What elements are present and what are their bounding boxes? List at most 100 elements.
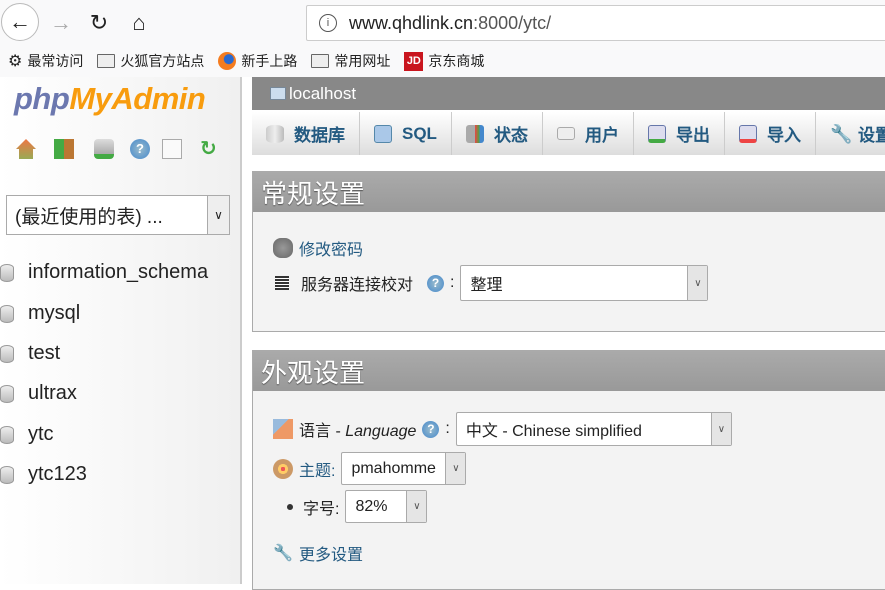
collation-value: 整理 (470, 277, 503, 294)
chevron-down-icon: ∨ (687, 266, 708, 300)
bookmark-jd[interactable]: JD 京东商城 (404, 51, 484, 71)
info-icon: i (319, 14, 337, 32)
firefox-icon (218, 52, 237, 70)
jd-icon: JD (404, 51, 424, 71)
bookmark-most-visited[interactable]: ⚙ 最常访问 (8, 51, 83, 71)
bookmark-common-sites[interactable]: 常用网址 (311, 51, 390, 71)
tab-settings[interactable]: 🔧 设置 (816, 112, 885, 155)
help-icon[interactable]: ? (130, 139, 150, 159)
folder-icon (311, 54, 330, 68)
server-icon (270, 87, 286, 100)
sidebar: phpMyAdmin ? ↻ (最近使用的表) ... ∨ information… (0, 77, 242, 584)
logout-icon[interactable] (54, 139, 74, 159)
language-label: 语言 - Language (299, 417, 416, 441)
change-password-link[interactable]: 修改密码 (273, 236, 363, 260)
tab-label: 导出 (675, 126, 710, 145)
language-row: 语言 - Language ?: 中文 - Chinese simplified… (273, 412, 732, 446)
db-item-ultrax[interactable]: ultrax (0, 382, 77, 405)
phpmyadmin-logo[interactable]: phpMyAdmin (14, 81, 206, 117)
tab-import[interactable]: 导入 (725, 112, 816, 155)
db-item-ytc[interactable]: ytc (0, 423, 54, 446)
forward-button[interactable]: → (44, 6, 78, 40)
query-window-icon[interactable] (94, 139, 114, 159)
more-settings-link[interactable]: 🔧 更多设置 (273, 541, 363, 565)
collation-select[interactable]: 整理 ∨ (460, 265, 709, 301)
tab-status[interactable]: 状态 (452, 112, 543, 155)
palette-icon (273, 458, 293, 479)
gear-icon: ⚙ (8, 53, 23, 70)
tab-label: 状态 (493, 126, 528, 145)
collation-row: 服务器连接校对 ?: 整理 ∨ (275, 265, 709, 301)
colon: : (445, 420, 450, 437)
server-breadcrumb[interactable]: localhost (252, 77, 885, 110)
database-icon (0, 263, 14, 282)
help-icon[interactable]: ? (422, 420, 440, 438)
database-icon (0, 304, 14, 323)
chevron-down-icon: ∨ (207, 196, 229, 234)
tab-label: SQL (402, 123, 437, 143)
font-size-label: 字号: (303, 500, 340, 518)
docs-icon[interactable] (162, 139, 182, 159)
home-icon[interactable] (16, 139, 36, 159)
chevron-down-icon: ∨ (445, 453, 466, 484)
language-select[interactable]: 中文 - Chinese simplified ∨ (455, 412, 732, 446)
reload-icon[interactable]: ↻ (200, 139, 220, 159)
chevron-down-icon: ∨ (710, 413, 731, 445)
tab-sql[interactable]: SQL (360, 112, 452, 155)
theme-label[interactable]: 主题: (299, 457, 335, 481)
lock-pencil-icon (273, 238, 293, 258)
appearance-settings-panel: 外观设置 语言 - Language ?: 中文 - Chinese simpl… (252, 350, 885, 590)
db-name: test (28, 342, 61, 364)
wrench-icon: 🔧 (829, 123, 853, 144)
font-size-row: 字号: 82% ∨ (287, 490, 428, 523)
server-name: localhost (289, 83, 357, 103)
bookmark-label: 火狐官方站点 (120, 53, 205, 69)
theme-select[interactable]: pmahomme ∨ (341, 452, 467, 485)
wrench-icon: 🔧 (273, 545, 293, 562)
bookmark-getting-started[interactable]: 新手上路 (218, 51, 297, 71)
home-button[interactable]: ⌂ (122, 6, 156, 40)
font-size-value: 82% (355, 497, 388, 515)
import-icon (738, 124, 757, 143)
tab-export[interactable]: 导出 (634, 112, 725, 155)
browser-toolbar: ← → ↻ ⌂ i www.qhdlink.cn:8000/ytc/ (0, 0, 885, 45)
language-value: 中文 - Chinese simplified (465, 423, 642, 440)
bookmark-label: 常用网址 (334, 53, 391, 69)
chevron-down-icon: ∨ (406, 491, 427, 522)
db-item-information_schema[interactable]: information_schema (0, 261, 208, 284)
more-settings-label: 更多设置 (299, 547, 364, 564)
folder-icon (97, 54, 116, 68)
back-button[interactable]: ← (1, 3, 39, 41)
bookmark-label: 新手上路 (241, 53, 298, 69)
db-item-ytc123[interactable]: ytc123 (0, 463, 87, 486)
url-path: :8000/ytc/ (473, 12, 552, 33)
recent-tables-select[interactable]: (最近使用的表) ... ∨ (6, 195, 230, 235)
bullet-icon (287, 503, 293, 510)
tab-databases[interactable]: 数据库 (252, 112, 360, 155)
db-item-mysql[interactable]: mysql (0, 302, 80, 325)
font-size-select[interactable]: 82% ∨ (345, 490, 428, 523)
tab-users[interactable]: 用户 (543, 112, 634, 155)
db-item-test[interactable]: test (0, 342, 60, 365)
recent-tables-value: (最近使用的表) ... (15, 206, 163, 228)
tab-label: 设置 (857, 126, 885, 145)
db-name: information_schema (28, 261, 209, 283)
tab-label: 数据库 (294, 126, 345, 145)
language-label-en: Language (345, 423, 417, 440)
db-name: ytc123 (28, 463, 87, 485)
list-icon (275, 276, 289, 290)
database-icon (0, 465, 14, 484)
bookmark-label: 最常访问 (27, 53, 84, 69)
theme-row: 主题: pmahomme ∨ (273, 452, 467, 485)
reload-button[interactable]: ↻ (82, 6, 116, 40)
url-host: www.qhdlink.cn (349, 12, 474, 33)
theme-value: pmahomme (351, 459, 436, 477)
url-bar[interactable]: i www.qhdlink.cn:8000/ytc/ (306, 5, 885, 41)
language-label-cn: 语言 - (299, 423, 346, 440)
bookmark-firefox-site[interactable]: 火狐官方站点 (97, 51, 204, 71)
export-icon (647, 124, 666, 143)
logo-myadmin: MyAdmin (69, 81, 206, 116)
main-tabs: 数据库 SQL 状态 用户 导出 导入 🔧 设置 (252, 112, 885, 155)
help-icon[interactable]: ? (427, 274, 445, 292)
logo-php: php (14, 81, 70, 116)
